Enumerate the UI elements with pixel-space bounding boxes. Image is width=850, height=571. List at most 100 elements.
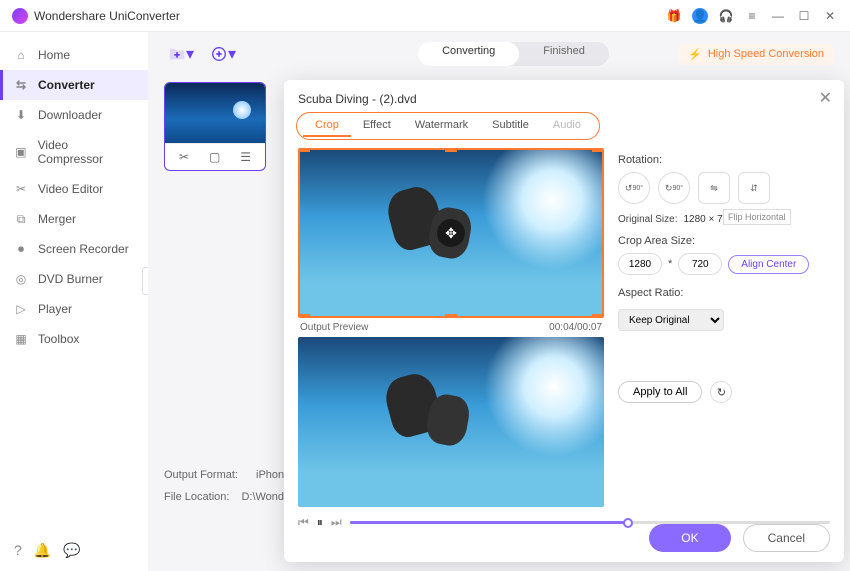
- ok-button[interactable]: OK: [649, 524, 730, 552]
- modal-close-icon[interactable]: ✕: [819, 88, 832, 108]
- compress-icon: ▣: [14, 145, 28, 159]
- crop-width-input[interactable]: [618, 253, 662, 275]
- tab-effect[interactable]: Effect: [351, 115, 403, 137]
- toolbox-icon: ▦: [14, 332, 28, 346]
- next-frame-button[interactable]: ⏭: [331, 515, 342, 530]
- output-preview: [298, 337, 604, 507]
- hsc-label: High Speed Conversion: [708, 48, 824, 60]
- sidebar-item-label: Downloader: [38, 108, 102, 122]
- add-file-button[interactable]: ▾: [164, 40, 198, 68]
- sidebar-item-label: Video Editor: [38, 182, 103, 196]
- sidebar-item-merger[interactable]: ⧉ Merger: [0, 204, 148, 234]
- slider-thumb[interactable]: [623, 518, 633, 528]
- sidebar-item-label: Home: [38, 48, 70, 62]
- prev-frame-button[interactable]: ⏮: [298, 515, 309, 530]
- move-handle-icon[interactable]: ✥: [437, 219, 465, 247]
- crop-handle[interactable]: [298, 314, 310, 318]
- maximize-icon[interactable]: ☐: [796, 8, 812, 24]
- modal-file-title: Scuba Diving - (2).dvd: [284, 80, 844, 112]
- rotation-label: Rotation:: [618, 154, 830, 166]
- player-icon: ▷: [14, 302, 28, 316]
- close-icon[interactable]: ✕: [822, 8, 838, 24]
- home-icon: ⌂: [14, 48, 28, 62]
- align-center-button[interactable]: Align Center: [728, 255, 809, 274]
- titlebar: Wondershare UniConverter 🎁 👤 🎧 ≡ — ☐ ✕: [0, 0, 850, 32]
- high-speed-badge[interactable]: ⚡ High Speed Conversion: [678, 44, 834, 65]
- sidebar-item-label: Player: [38, 302, 72, 316]
- aspect-ratio-label: Aspect Ratio:: [618, 287, 830, 299]
- crop-effect-modal: ✕ Scuba Diving - (2).dvd Crop Effect Wat…: [284, 80, 844, 562]
- support-icon[interactable]: 🎧: [718, 8, 734, 24]
- bolt-icon: ⚡: [688, 48, 702, 61]
- toolbar: ▾ ▾ Converting Finished ⚡ High Speed Conv…: [164, 40, 834, 68]
- recorder-icon: ⏺: [14, 242, 28, 256]
- sidebar: ⌂ Home ⇆ Converter ⬇ Downloader ▣Video Comp…: [0, 32, 148, 571]
- sidebar-item-label: Converter: [38, 78, 95, 92]
- more-icon[interactable]: ☰: [240, 150, 251, 164]
- crop-height-input[interactable]: [678, 253, 722, 275]
- tab-converting[interactable]: Converting: [418, 42, 519, 66]
- download-icon: ⬇: [14, 108, 28, 122]
- sidebar-item-label: DVD Burner: [38, 272, 103, 286]
- tab-subtitle[interactable]: Subtitle: [480, 115, 541, 137]
- size-separator: *: [668, 258, 672, 270]
- tab-audio[interactable]: Audio: [541, 115, 593, 137]
- sidebar-item-compressor[interactable]: ▣Video Compressor: [0, 130, 148, 174]
- sidebar-item-converter[interactable]: ⇆ Converter: [0, 70, 148, 100]
- file-thumbnail: [165, 83, 265, 143]
- sidebar-item-editor[interactable]: ✂ Video Editor: [0, 174, 148, 204]
- sidebar-item-label: Screen Recorder: [38, 242, 129, 256]
- sidebar-item-toolbox[interactable]: ▦ Toolbox: [0, 324, 148, 354]
- dvd-icon: ◎: [14, 272, 28, 286]
- editor-icon: ✂: [14, 182, 28, 196]
- crop-preview[interactable]: ✥: [298, 148, 604, 318]
- minimize-icon[interactable]: —: [770, 8, 786, 24]
- editor-tabs: Crop Effect Watermark Subtitle Audio: [296, 112, 600, 140]
- file-location-label: File Location:: [164, 491, 229, 503]
- crop-handle[interactable]: [592, 148, 604, 152]
- crop-icon[interactable]: ▢: [209, 150, 220, 164]
- trim-icon[interactable]: ✂: [179, 150, 189, 164]
- flip-horizontal-button[interactable]: ⇋: [698, 172, 730, 204]
- sidebar-item-recorder[interactable]: ⏺ Screen Recorder: [0, 234, 148, 264]
- cancel-button[interactable]: Cancel: [743, 524, 830, 552]
- crop-handle[interactable]: [445, 314, 457, 318]
- menu-icon[interactable]: ≡: [744, 8, 760, 24]
- bell-icon[interactable]: 🔔: [34, 542, 51, 559]
- add-folder-button[interactable]: ▾: [206, 40, 240, 68]
- flip-tooltip: Flip Horizontal: [723, 209, 791, 225]
- merger-icon: ⧉: [14, 212, 28, 226]
- pause-button[interactable]: ⏸: [317, 515, 323, 530]
- rotate-cw-button[interactable]: ↻90°: [658, 172, 690, 204]
- gift-icon[interactable]: 🎁: [666, 8, 682, 24]
- flip-vertical-button[interactable]: ⇵Flip Horizontal: [738, 172, 770, 204]
- tab-watermark[interactable]: Watermark: [403, 115, 480, 137]
- sidebar-item-player[interactable]: ▷ Player: [0, 294, 148, 324]
- tab-crop[interactable]: Crop: [303, 115, 351, 137]
- file-card[interactable]: ✂ ▢ ☰: [164, 82, 266, 171]
- help-icon[interactable]: ?: [14, 542, 22, 559]
- original-size-label: Original Size:: [618, 214, 677, 225]
- reset-icon[interactable]: ↻: [710, 381, 732, 403]
- sidebar-item-label: Merger: [38, 212, 76, 226]
- crop-settings-panel: Rotation: ↺90° ↻90° ⇋ ⇵Flip Horizontal O…: [618, 148, 830, 507]
- rotate-ccw-button[interactable]: ↺90°: [618, 172, 650, 204]
- sidebar-item-downloader[interactable]: ⬇ Downloader: [0, 100, 148, 130]
- converter-icon: ⇆: [14, 78, 28, 92]
- crop-size-label: Crop Area Size:: [618, 235, 830, 247]
- crop-handle[interactable]: [298, 148, 310, 152]
- aspect-ratio-select[interactable]: Keep Original: [618, 309, 724, 331]
- sidebar-item-label: Toolbox: [38, 332, 79, 346]
- sidebar-item-home[interactable]: ⌂ Home: [0, 40, 148, 70]
- timecode: 00:04/00:07: [549, 322, 602, 333]
- apply-all-button[interactable]: Apply to All: [618, 381, 702, 403]
- app-logo-icon: [12, 8, 28, 24]
- user-account-icon[interactable]: 👤: [692, 8, 708, 24]
- status-segment: Converting Finished: [418, 42, 609, 66]
- feedback-icon[interactable]: 💬: [63, 542, 80, 559]
- crop-handle[interactable]: [592, 314, 604, 318]
- crop-handle[interactable]: [445, 148, 457, 152]
- tab-finished[interactable]: Finished: [519, 42, 609, 66]
- preview-column: ✥ Output Preview 00:04/00:07: [298, 148, 604, 507]
- sidebar-item-dvd[interactable]: ◎ DVD Burner: [0, 264, 148, 294]
